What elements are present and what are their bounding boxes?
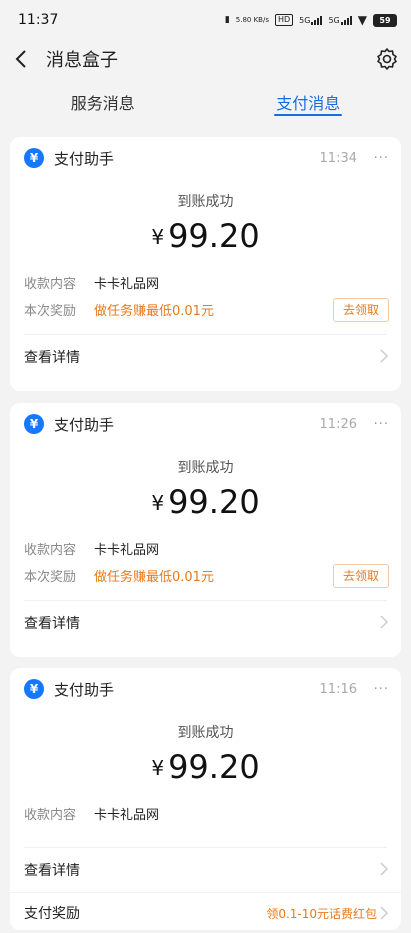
view-details-label: 查看详情 <box>24 860 80 880</box>
card-sender: 支付助手 <box>54 679 114 700</box>
currency-symbol: ¥ <box>151 756 164 780</box>
status-bar: 11:37 ▮ 5.80 KB/s HD 5G 5G ▼ 59 <box>0 0 411 40</box>
view-details-label: 查看详情 <box>24 347 80 367</box>
view-details-link[interactable]: 查看详情 <box>10 601 401 645</box>
hd-badge: HD <box>275 14 293 26</box>
payee-value: 卡卡礼品网 <box>94 273 159 292</box>
tab-payment-messages[interactable]: 支付消息 <box>206 78 411 126</box>
claim-button[interactable]: 去领取 <box>333 298 389 322</box>
chevron-right-icon <box>379 862 389 876</box>
chevron-right-icon <box>379 615 389 629</box>
clock: 11:37 <box>18 12 58 28</box>
payee-value: 卡卡礼品网 <box>94 804 159 823</box>
payment-status: 到账成功 <box>10 191 401 211</box>
status-icons: ▮ 5.80 KB/s HD 5G 5G ▼ 59 <box>225 13 397 27</box>
payee-value: 卡卡礼品网 <box>94 539 159 558</box>
more-icon[interactable]: ··· <box>374 151 389 166</box>
gear-icon[interactable] <box>375 47 399 71</box>
payee-label: 收款内容 <box>24 273 94 292</box>
payment-card: ¥ 支付助手 11:16 ··· 到账成功 ¥99.20 收款内容 卡卡礼品网 … <box>10 668 401 930</box>
payment-card: ¥ 支付助手 11:34 ··· 到账成功 ¥99.20 收款内容 卡卡礼品网 … <box>10 137 401 391</box>
payee-row: 收款内容 卡卡礼品网 <box>10 535 401 562</box>
back-icon[interactable] <box>14 48 36 70</box>
payment-reward-row[interactable]: 支付奖励 领0.1-10元话费红包 <box>10 892 401 933</box>
view-details-link[interactable]: 查看详情 <box>10 335 401 379</box>
card-time: 11:26 <box>320 417 357 432</box>
payment-amount: ¥99.20 <box>10 483 401 521</box>
amount-value: 99.20 <box>168 217 260 255</box>
card-sender: 支付助手 <box>54 414 114 435</box>
tab-bar: 服务消息 支付消息 <box>0 78 411 126</box>
payment-reward-link[interactable]: 领0.1-10元话费红包 <box>266 905 377 922</box>
payee-row: 收款内容 卡卡礼品网 <box>10 800 401 827</box>
alipay-icon: ¥ <box>24 414 44 434</box>
payee-row: 收款内容 卡卡礼品网 <box>10 269 401 296</box>
network-speed: 5.80 KB/s <box>236 17 269 24</box>
card-header: ¥ 支付助手 11:26 ··· <box>10 403 401 445</box>
sim2-signal: 5G <box>328 15 351 25</box>
alipay-icon: ¥ <box>24 148 44 168</box>
chevron-right-icon <box>379 349 389 363</box>
card-time: 11:16 <box>320 682 357 697</box>
payment-amount: ¥99.20 <box>10 217 401 255</box>
alipay-icon: ¥ <box>24 679 44 699</box>
card-header: ¥ 支付助手 11:34 ··· <box>10 137 401 179</box>
payment-card: ¥ 支付助手 11:26 ··· 到账成功 ¥99.20 收款内容 卡卡礼品网 … <box>10 403 401 657</box>
card-time: 11:34 <box>320 151 357 166</box>
payment-status: 到账成功 <box>10 457 401 477</box>
payment-status: 到账成功 <box>10 722 401 742</box>
amount-value: 99.20 <box>168 748 260 786</box>
more-icon[interactable]: ··· <box>374 417 389 432</box>
navbar: 消息盒子 <box>0 40 411 78</box>
card-sender: 支付助手 <box>54 148 114 169</box>
currency-symbol: ¥ <box>151 225 164 249</box>
view-details-link[interactable]: 查看详情 <box>10 848 401 892</box>
currency-symbol: ¥ <box>151 491 164 515</box>
amount-value: 99.20 <box>168 483 260 521</box>
tab-service-messages[interactable]: 服务消息 <box>0 78 206 126</box>
claim-button[interactable]: 去领取 <box>333 564 389 588</box>
battery-icon: 59 <box>373 14 397 27</box>
reward-value: 做任务赚最低0.01元 <box>94 300 214 319</box>
more-icon[interactable]: ··· <box>374 682 389 697</box>
payee-label: 收款内容 <box>24 804 94 823</box>
reward-value: 做任务赚最低0.01元 <box>94 566 214 585</box>
reward-row: 本次奖励 做任务赚最低0.01元 去领取 <box>10 296 401 323</box>
payee-label: 收款内容 <box>24 539 94 558</box>
sim1-signal: 5G <box>299 15 322 25</box>
vibrate-icon: ▮ <box>225 15 230 25</box>
payment-reward-label: 支付奖励 <box>24 903 80 923</box>
view-details-label: 查看详情 <box>24 613 80 633</box>
reward-label: 本次奖励 <box>24 566 94 585</box>
reward-label: 本次奖励 <box>24 300 94 319</box>
wifi-icon: ▼ <box>358 13 367 27</box>
reward-row: 本次奖励 做任务赚最低0.01元 去领取 <box>10 562 401 589</box>
card-header: ¥ 支付助手 11:16 ··· <box>10 668 401 710</box>
page-title: 消息盒子 <box>46 46 118 72</box>
payment-amount: ¥99.20 <box>10 748 401 786</box>
